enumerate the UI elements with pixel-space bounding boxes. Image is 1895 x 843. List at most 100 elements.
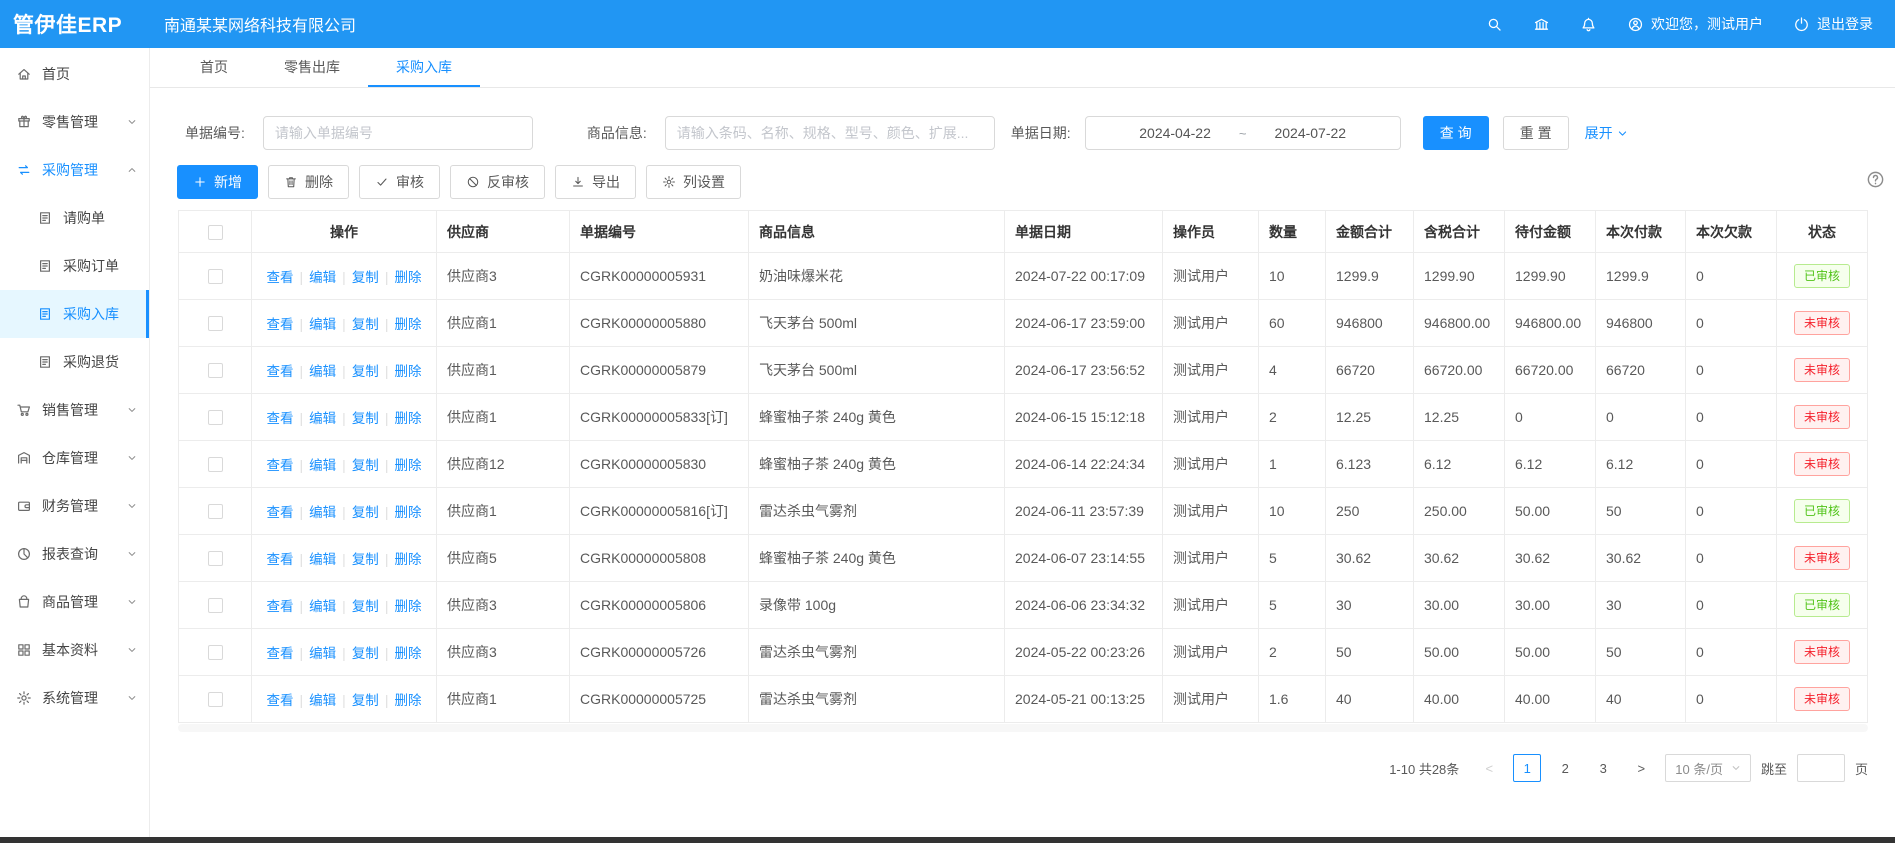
column-settings-button[interactable]: 列设置 [646, 165, 741, 199]
copy-link[interactable]: 复制 [352, 458, 379, 473]
sidebar-item-goods-mgmt[interactable]: 商品管理 [0, 578, 149, 626]
row-checkbox[interactable] [208, 692, 223, 707]
search-button[interactable]: 查 询 [1423, 116, 1489, 150]
delete-button[interactable]: 删除 [268, 165, 349, 199]
delete-link[interactable]: 删除 [394, 317, 421, 332]
sidebar-item-retail-mgmt[interactable]: 零售管理 [0, 98, 149, 146]
view-link[interactable]: 查看 [267, 458, 294, 473]
view-link[interactable]: 查看 [267, 599, 294, 614]
edit-link[interactable]: 编辑 [309, 411, 336, 426]
sidebar-item-basic-data[interactable]: 基本资料 [0, 626, 149, 674]
action-separator: | [300, 598, 304, 614]
sidebar-item-purchase-request[interactable]: 请购单 [0, 194, 149, 242]
view-link[interactable]: 查看 [267, 646, 294, 661]
bank-icon[interactable] [1533, 16, 1550, 33]
date-separator: ~ [1239, 126, 1247, 141]
view-link[interactable]: 查看 [267, 270, 294, 285]
jump-page-input[interactable] [1797, 754, 1845, 782]
view-link[interactable]: 查看 [267, 505, 294, 520]
edit-link[interactable]: 编辑 [309, 505, 336, 520]
view-link[interactable]: 查看 [267, 317, 294, 332]
row-checkbox[interactable] [208, 645, 223, 660]
view-link[interactable]: 查看 [267, 693, 294, 708]
edit-link[interactable]: 编辑 [309, 317, 336, 332]
delete-link[interactable]: 删除 [394, 646, 421, 661]
delete-link[interactable]: 删除 [394, 364, 421, 379]
view-link[interactable]: 查看 [267, 552, 294, 567]
tab-retail-outbound[interactable]: 零售出库 [256, 48, 368, 87]
select-all-checkbox[interactable] [208, 225, 223, 240]
sidebar-item-purchase-order[interactable]: 采购订单 [0, 242, 149, 290]
view-link[interactable]: 查看 [267, 411, 294, 426]
delete-link[interactable]: 删除 [394, 458, 421, 473]
sidebar-item-purchase-mgmt[interactable]: 采购管理 [0, 146, 149, 194]
user-menu[interactable]: 欢迎您，测试用户 [1627, 14, 1763, 34]
row-checkbox[interactable] [208, 316, 223, 331]
doc-no-input[interactable] [263, 116, 533, 150]
date-from[interactable]: 2024-04-22 [1139, 125, 1211, 141]
row-checkbox[interactable] [208, 457, 223, 472]
copy-link[interactable]: 复制 [352, 693, 379, 708]
edit-link[interactable]: 编辑 [309, 599, 336, 614]
copy-link[interactable]: 复制 [352, 599, 379, 614]
edit-link[interactable]: 编辑 [309, 552, 336, 567]
goods-info-input[interactable] [665, 116, 995, 150]
page-size-select[interactable]: 10 条/页 [1665, 754, 1751, 782]
date-to[interactable]: 2024-07-22 [1274, 125, 1346, 141]
row-checkbox[interactable] [208, 269, 223, 284]
edit-link[interactable]: 编辑 [309, 646, 336, 661]
export-button[interactable]: 导出 [555, 165, 636, 199]
sidebar-item-finance-mgmt[interactable]: 财务管理 [0, 482, 149, 530]
edit-link[interactable]: 编辑 [309, 693, 336, 708]
view-link[interactable]: 查看 [267, 364, 294, 379]
cell-supplier: 供应商5 [437, 535, 570, 582]
tab-home[interactable]: 首页 [172, 48, 256, 87]
sidebar-item-home[interactable]: 首页 [0, 50, 149, 98]
question-circle-icon[interactable] [1866, 170, 1885, 194]
next-page-button[interactable]: > [1627, 754, 1655, 782]
sidebar-item-warehouse-mgmt[interactable]: 仓库管理 [0, 434, 149, 482]
copy-link[interactable]: 复制 [352, 317, 379, 332]
expand-toggle[interactable]: 展开 [1585, 123, 1628, 143]
page-button-1[interactable]: 1 [1513, 754, 1541, 782]
tab-purchase-inbound[interactable]: 采购入库 [368, 48, 480, 87]
copy-link[interactable]: 复制 [352, 364, 379, 379]
reset-button[interactable]: 重 置 [1503, 116, 1569, 150]
copy-link[interactable]: 复制 [352, 505, 379, 520]
sidebar-item-report-query[interactable]: 报表查询 [0, 530, 149, 578]
delete-link[interactable]: 删除 [394, 552, 421, 567]
delete-link[interactable]: 删除 [394, 599, 421, 614]
delete-link[interactable]: 删除 [394, 693, 421, 708]
delete-link[interactable]: 删除 [394, 505, 421, 520]
logout-button[interactable]: 退出登录 [1793, 14, 1873, 34]
row-checkbox[interactable] [208, 551, 223, 566]
bell-icon[interactable] [1580, 16, 1597, 33]
sidebar-item-purchase-return[interactable]: 采购退货 [0, 338, 149, 386]
sidebar-item-sales-mgmt[interactable]: 销售管理 [0, 386, 149, 434]
prev-page-button[interactable]: < [1475, 754, 1503, 782]
audit-button[interactable]: 审核 [359, 165, 440, 199]
sidebar-item-purchase-inbound[interactable]: 采购入库 [0, 290, 149, 338]
sidebar-item-system-mgmt[interactable]: 系统管理 [0, 674, 149, 722]
copy-link[interactable]: 复制 [352, 270, 379, 285]
row-checkbox[interactable] [208, 410, 223, 425]
copy-link[interactable]: 复制 [352, 646, 379, 661]
row-checkbox[interactable] [208, 598, 223, 613]
date-range-input[interactable]: 2024-04-22 ~ 2024-07-22 [1085, 116, 1401, 150]
copy-link[interactable]: 复制 [352, 411, 379, 426]
page-button-2[interactable]: 2 [1551, 754, 1579, 782]
copy-link[interactable]: 复制 [352, 552, 379, 567]
row-checkbox[interactable] [208, 363, 223, 378]
edit-link[interactable]: 编辑 [309, 458, 336, 473]
search-icon[interactable] [1486, 16, 1503, 33]
page-button-3[interactable]: 3 [1589, 754, 1617, 782]
horizontal-scrollbar[interactable] [178, 724, 1868, 732]
edit-link[interactable]: 编辑 [309, 364, 336, 379]
edit-link[interactable]: 编辑 [309, 270, 336, 285]
delete-link[interactable]: 删除 [394, 411, 421, 426]
unaudit-button[interactable]: 反审核 [450, 165, 545, 199]
delete-link[interactable]: 删除 [394, 270, 421, 285]
add-button[interactable]: 新增 [177, 165, 258, 199]
cell-date: 2024-06-15 15:12:18 [1005, 394, 1163, 441]
row-checkbox[interactable] [208, 504, 223, 519]
